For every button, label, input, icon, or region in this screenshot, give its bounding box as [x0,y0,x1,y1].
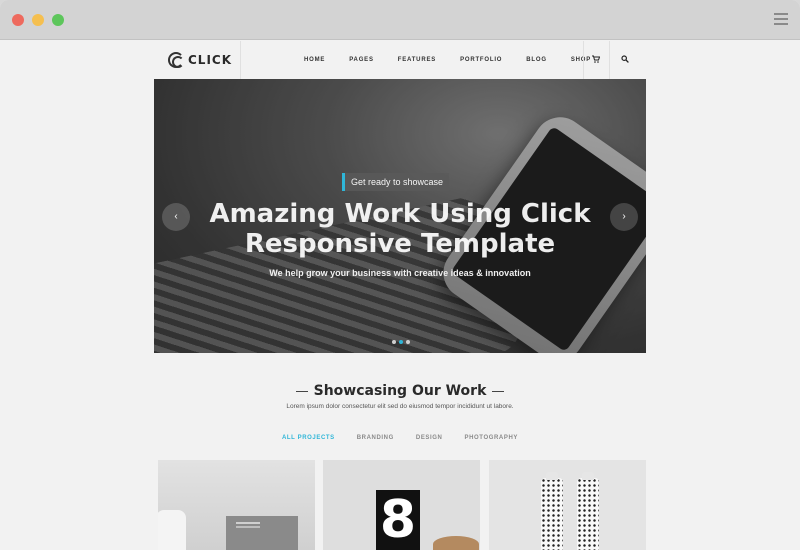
hero-slider: Get ready to showcase Amazing Work Using… [154,79,646,353]
browser-window: CLICK HOME PAGES FEATURES PORTFOLIO BLOG… [0,0,800,550]
hero-tagline: Get ready to showcase [342,173,450,191]
chevron-left-icon: ‹ [174,211,178,222]
filter-design[interactable]: DESIGN [416,435,443,441]
nav-item-features[interactable]: FEATURES [398,57,436,63]
slider-next-button[interactable]: › [610,203,638,231]
section-heading: Showcasing Our Work [154,383,646,399]
bottle-image [541,472,563,550]
cart-icon[interactable] [591,55,601,65]
section-subtitle: Lorem ipsum dolor consectetur elit sed d… [286,403,514,410]
portfolio-filters: ALL PROJECTS BRANDING DESIGN PHOTOGRAPHY [154,435,646,441]
site-header: CLICK HOME PAGES FEATURES PORTFOLIO BLOG… [154,41,646,79]
nav-item-shop[interactable]: SHOP [571,57,591,63]
nav-item-portfolio[interactable]: PORTFOLIO [460,57,502,63]
nav-item-pages[interactable]: PAGES [349,57,374,63]
minimize-window-button[interactable] [32,14,44,26]
slider-pagination [392,340,413,344]
header-divider [240,41,241,79]
hero-subtitle: We help grow your business with creative… [269,268,531,278]
maximize-window-button[interactable] [52,14,64,26]
heading-rule [492,390,505,392]
slider-dot-active[interactable] [399,340,403,344]
slider-dot[interactable] [406,340,410,344]
bottle-image [577,472,599,550]
logo-icon [168,52,184,68]
nav-item-home[interactable]: HOME [304,57,325,63]
portfolio-item[interactable]: 8 [323,460,480,550]
window-titlebar [0,0,800,40]
nav-item-blog[interactable]: BLOG [526,57,547,63]
portfolio-item[interactable] [158,460,315,550]
header-divider [609,41,610,79]
menu-icon[interactable] [774,13,788,27]
site-logo[interactable]: CLICK [168,51,232,69]
web-page: CLICK HOME PAGES FEATURES PORTFOLIO BLOG… [0,41,800,550]
slider-prev-button[interactable]: ‹ [162,203,190,231]
filter-photography[interactable]: PHOTOGRAPHY [465,435,519,441]
section-title: Showcasing Our Work [313,383,487,399]
portfolio-item[interactable] [489,460,646,550]
header-divider [583,41,584,79]
filter-branding[interactable]: BRANDING [357,435,394,441]
heading-rule [295,390,308,392]
stool-image [433,536,479,550]
logo-text: CLICK [188,53,233,67]
hero-title: Amazing Work Using Click Responsive Temp… [209,199,591,259]
number-poster-image: 8 [376,490,420,550]
slider-dot[interactable] [392,340,396,344]
book-image [226,516,298,550]
filter-all-projects[interactable]: ALL PROJECTS [282,435,335,441]
main-nav: HOME PAGES FEATURES PORTFOLIO BLOG SHOP [304,41,615,79]
chevron-right-icon: › [622,211,626,222]
shirt-image [158,510,186,550]
close-window-button[interactable] [12,14,24,26]
search-icon[interactable] [620,55,630,65]
